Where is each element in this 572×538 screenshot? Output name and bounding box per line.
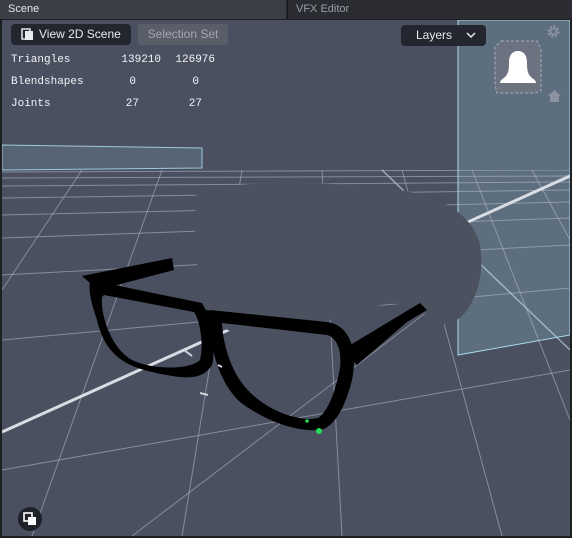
stat-label: Joints — [11, 98, 51, 110]
overlap-squares-icon — [23, 512, 36, 525]
toggle-view-button[interactable] — [18, 507, 42, 531]
back-plane — [2, 144, 203, 171]
tab-scene[interactable]: Scene — [0, 0, 286, 19]
scene-stats: Triangles 139210 126976 Blendshapes 0 0 … — [11, 50, 241, 120]
stat-value: 27 — [188, 98, 202, 110]
home-icon[interactable] — [547, 89, 562, 103]
selection-handle — [305, 419, 309, 423]
stat-value: 139210 — [121, 54, 161, 66]
navigation-cube-icon[interactable] — [493, 39, 543, 95]
chevron-down-icon — [466, 32, 476, 39]
view-2d-icon — [21, 28, 33, 40]
stat-label: Triangles — [11, 54, 71, 66]
selection-handle — [316, 428, 322, 434]
view-2d-scene-button[interactable]: View 2D Scene — [11, 24, 131, 45]
stat-value: 126976 — [175, 54, 215, 66]
panel-tab-bar: Scene VFX Editor — [0, 0, 572, 19]
view-2d-scene-label: View 2D Scene — [39, 27, 121, 41]
gear-icon[interactable] — [546, 24, 561, 39]
stat-value: 27 — [125, 98, 139, 110]
scene-viewport[interactable]: View 2D Scene Selection Set Layers Trian… — [2, 20, 570, 536]
stat-value: 0 — [129, 76, 136, 88]
stat-label: Blendshapes — [11, 76, 84, 88]
tab-vfx-editor[interactable]: VFX Editor — [287, 0, 572, 19]
layers-label: Layers — [416, 28, 453, 42]
selection-set-button[interactable]: Selection Set — [138, 24, 228, 45]
stat-value: 0 — [192, 76, 199, 88]
layers-dropdown[interactable]: Layers — [401, 25, 486, 46]
